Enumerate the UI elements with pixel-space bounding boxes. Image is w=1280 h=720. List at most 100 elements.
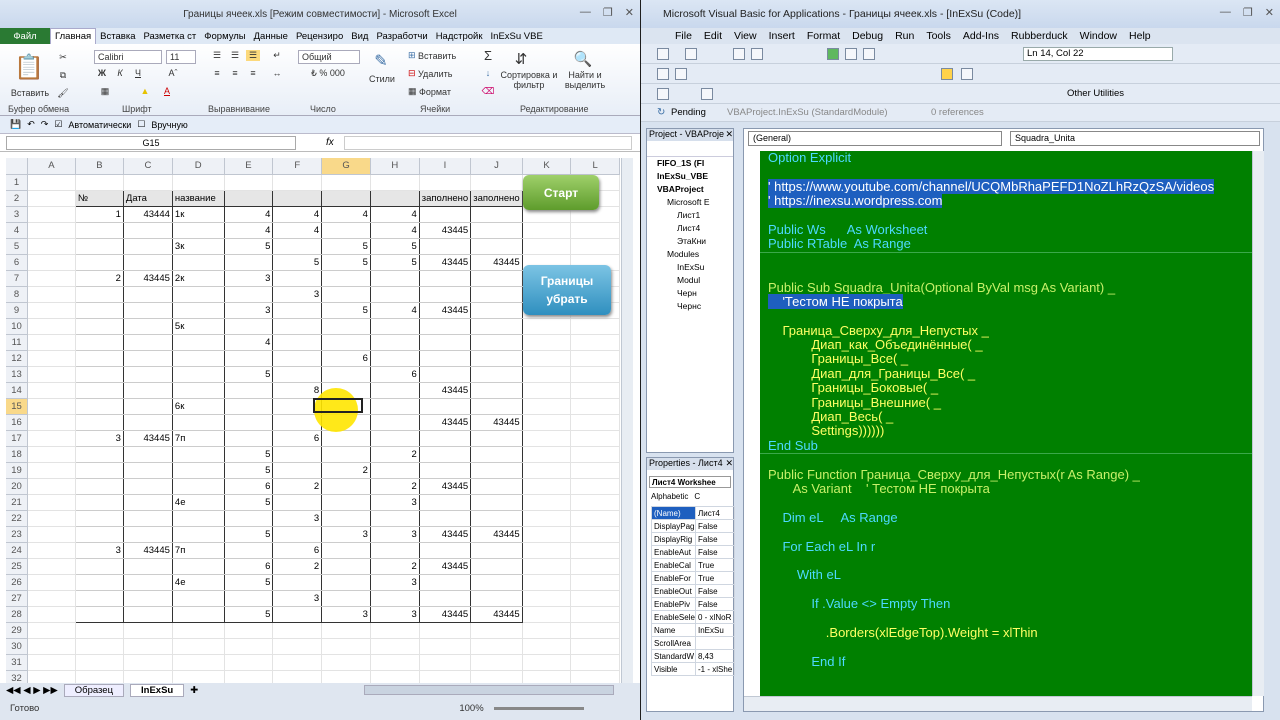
cell[interactable] bbox=[522, 574, 572, 591]
cell[interactable] bbox=[470, 270, 523, 287]
cell[interactable] bbox=[224, 318, 274, 335]
row-header[interactable]: 24 bbox=[6, 542, 29, 559]
cell[interactable] bbox=[522, 398, 572, 415]
cell[interactable]: Дата bbox=[123, 189, 173, 207]
align-right-icon[interactable]: ≡ bbox=[246, 68, 260, 78]
property-row[interactable]: DisplayRig False bbox=[651, 532, 736, 546]
cell[interactable] bbox=[470, 478, 523, 495]
row-header[interactable]: 19 bbox=[6, 462, 29, 479]
cell[interactable] bbox=[74, 606, 124, 623]
cell[interactable] bbox=[419, 334, 472, 351]
tree-item[interactable]: Лист1 bbox=[647, 209, 733, 222]
cell[interactable] bbox=[123, 318, 173, 335]
cell[interactable]: 5 bbox=[224, 574, 274, 591]
cell[interactable]: 3 bbox=[272, 510, 323, 527]
cell[interactable]: 3 bbox=[370, 494, 420, 511]
cell[interactable]: 43445 bbox=[470, 414, 523, 431]
outdent-icon[interactable] bbox=[675, 68, 687, 80]
property-value[interactable]: False bbox=[694, 597, 736, 611]
cell[interactable] bbox=[321, 318, 371, 335]
cell[interactable]: 6 bbox=[224, 558, 274, 575]
cell[interactable] bbox=[74, 334, 124, 351]
cell[interactable] bbox=[123, 286, 173, 303]
cell[interactable] bbox=[74, 286, 124, 303]
cell[interactable] bbox=[470, 382, 523, 399]
cell[interactable]: 3 bbox=[224, 302, 274, 319]
cell[interactable]: 43445 bbox=[419, 478, 472, 495]
tree-item[interactable]: Лист4 bbox=[647, 222, 733, 235]
cell[interactable]: 2 bbox=[370, 446, 420, 463]
cell[interactable] bbox=[370, 638, 420, 655]
cell[interactable] bbox=[27, 590, 76, 607]
cell[interactable] bbox=[74, 254, 124, 271]
sort-filter-icon[interactable]: ⇵ bbox=[510, 48, 532, 70]
property-row[interactable]: EnableAut False bbox=[651, 545, 736, 559]
row-header[interactable]: 11 bbox=[6, 334, 29, 351]
cell[interactable] bbox=[74, 574, 124, 591]
cell[interactable]: 3 bbox=[370, 606, 420, 623]
cell[interactable] bbox=[419, 574, 472, 591]
procedure-select[interactable]: Squadra_Unita bbox=[1010, 131, 1260, 146]
cell[interactable] bbox=[570, 350, 620, 367]
cell[interactable] bbox=[470, 670, 523, 683]
property-row[interactable]: EnablePiv False bbox=[651, 597, 736, 611]
cell[interactable] bbox=[570, 670, 620, 683]
code-line[interactable]: Границы_Боковые( _ bbox=[768, 381, 1260, 395]
code-line[interactable]: .Borders(xlEdgeTop).Weight = xlThin bbox=[768, 625, 1260, 640]
cell[interactable] bbox=[470, 286, 523, 303]
copy-icon[interactable]: ⧉ bbox=[56, 68, 70, 82]
cell[interactable] bbox=[570, 494, 620, 511]
cell[interactable] bbox=[419, 238, 472, 255]
cell[interactable] bbox=[470, 318, 523, 335]
row-header[interactable]: 22 bbox=[6, 510, 29, 527]
cell[interactable] bbox=[27, 174, 76, 191]
cell[interactable] bbox=[272, 638, 323, 655]
tree-item[interactable]: Modul bbox=[647, 274, 733, 287]
cell[interactable] bbox=[570, 510, 620, 527]
cell[interactable] bbox=[224, 350, 274, 367]
cell[interactable] bbox=[419, 542, 472, 559]
cell[interactable] bbox=[172, 590, 225, 607]
cell[interactable]: 5 bbox=[321, 254, 371, 271]
cell[interactable] bbox=[172, 382, 225, 399]
vba-menu-item[interactable]: Tools bbox=[926, 30, 951, 42]
column-header[interactable]: C bbox=[123, 158, 173, 175]
align-center-icon[interactable]: ≡ bbox=[228, 68, 242, 78]
inspect-icon[interactable] bbox=[701, 88, 713, 100]
cell[interactable] bbox=[470, 558, 523, 575]
cell[interactable]: 43445 bbox=[419, 302, 472, 319]
cell[interactable] bbox=[123, 382, 173, 399]
row-header[interactable]: 25 bbox=[6, 558, 29, 575]
cell[interactable] bbox=[370, 654, 420, 671]
cell[interactable]: 43445 bbox=[123, 430, 173, 447]
close-icon[interactable]: ✕ bbox=[625, 6, 634, 19]
restore-icon[interactable]: ❐ bbox=[603, 6, 613, 19]
cell[interactable]: 5 bbox=[370, 238, 420, 255]
code-line[interactable]: Settings)))))) bbox=[768, 424, 1260, 438]
row-header[interactable]: 2 bbox=[6, 190, 29, 207]
cell[interactable]: 3 bbox=[321, 526, 371, 543]
cell[interactable] bbox=[470, 334, 523, 351]
code-line[interactable]: ' https://www.youtube.com/channel/UCQMbR… bbox=[768, 178, 1260, 194]
cell[interactable] bbox=[27, 446, 76, 463]
selected-cell-g15[interactable] bbox=[313, 398, 363, 413]
row-header[interactable]: 12 bbox=[6, 350, 29, 367]
cell[interactable] bbox=[224, 382, 274, 399]
tab-inexsu-vbe[interactable]: InExSu VBE bbox=[487, 28, 547, 44]
sort-filter-label[interactable]: Сортировка и фильтр bbox=[500, 70, 558, 90]
code-line[interactable]: For Each eL In r bbox=[768, 539, 1260, 554]
tab-insert[interactable]: Вставка bbox=[96, 28, 139, 44]
code-line[interactable] bbox=[768, 266, 1260, 280]
vertical-scrollbar[interactable] bbox=[621, 158, 633, 683]
column-header[interactable]: A bbox=[27, 158, 76, 175]
property-row[interactable]: EnableFor True bbox=[651, 571, 736, 585]
cell[interactable]: 4 bbox=[370, 302, 420, 319]
cell[interactable] bbox=[321, 430, 371, 447]
code-line[interactable]: Dim eL As Range bbox=[768, 510, 1260, 525]
row-header[interactable]: 3 bbox=[6, 206, 29, 223]
cell[interactable] bbox=[27, 558, 76, 575]
cell[interactable]: 7п bbox=[172, 542, 225, 559]
row-header[interactable]: 23 bbox=[6, 526, 29, 543]
cell[interactable] bbox=[470, 654, 523, 671]
code-line[interactable] bbox=[768, 525, 1260, 539]
